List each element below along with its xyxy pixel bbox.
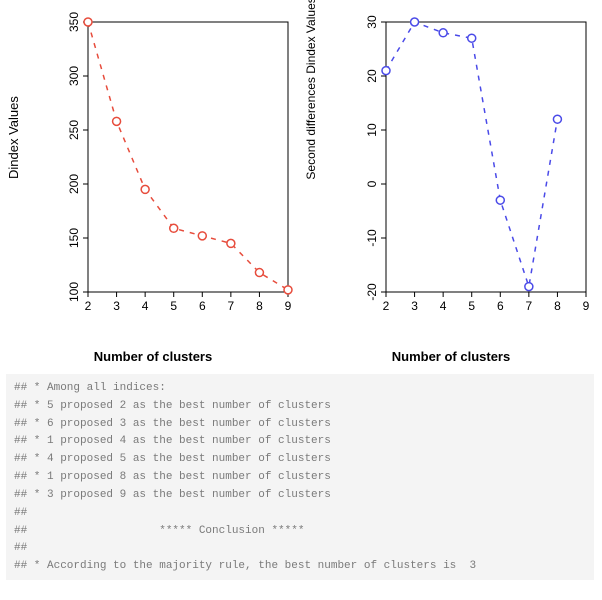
svg-text:9: 9	[583, 299, 590, 313]
svg-text:7: 7	[228, 299, 235, 313]
chart-left-xticks: 2 3 4 5 6 7 8 9	[85, 292, 292, 313]
chart-left-yticks: 100 150 200 250 300 350	[67, 12, 88, 302]
svg-text:2: 2	[383, 299, 390, 313]
svg-text:350: 350	[67, 12, 81, 32]
svg-text:250: 250	[67, 120, 81, 140]
chart-left-ylabel: Dindex Values	[6, 96, 21, 179]
chart-left-cell: Dindex Values 100 150 200 250 300 350 2 3 4 5 6 7 8…	[4, 8, 302, 368]
svg-text:100: 100	[67, 282, 81, 302]
svg-text:5: 5	[468, 299, 475, 313]
page-root: Dindex Values 100150200250300350 2345678…	[0, 0, 602, 600]
svg-text:30: 30	[365, 15, 379, 29]
svg-text:20: 20	[365, 69, 379, 83]
svg-text:4: 4	[142, 299, 149, 313]
chart-right-frame	[386, 22, 586, 292]
svg-text:4: 4	[440, 299, 447, 313]
svg-text:8: 8	[256, 299, 263, 313]
chart-right-cell: Second differences Dindex Values -20-100…	[302, 8, 600, 368]
svg-text:8: 8	[554, 299, 561, 313]
svg-text:10: 10	[365, 123, 379, 137]
chart-right-xlabel: Number of clusters	[302, 349, 600, 364]
svg-text:7: 7	[526, 299, 533, 313]
chart-right-data	[382, 18, 561, 291]
chart-left-data	[84, 18, 292, 294]
svg-text:150: 150	[67, 228, 81, 248]
svg-text:3: 3	[113, 299, 120, 313]
chart-left-plot: 100 150 200 250 300 350 2 3 4 5 6 7 8 9	[40, 12, 300, 332]
svg-text:9: 9	[285, 299, 292, 313]
chart-right-ylabel: Second differences Dindex Values	[304, 0, 318, 180]
chart-right-xticks: 2 3 4 5 6 7 8 9	[383, 292, 590, 313]
svg-text:0: 0	[365, 180, 379, 187]
svg-text:-10: -10	[365, 229, 379, 247]
chart-left-xlabel: Number of clusters	[4, 349, 302, 364]
svg-text:-20: -20	[365, 283, 379, 301]
svg-text:3: 3	[411, 299, 418, 313]
svg-text:2: 2	[85, 299, 92, 313]
svg-text:300: 300	[67, 66, 81, 86]
chart-right-yticks: -20 -10 0 10 20 30	[365, 15, 386, 301]
svg-text:6: 6	[199, 299, 206, 313]
console-output: ## * Among all indices: ## * 5 proposed …	[6, 374, 594, 580]
svg-text:6: 6	[497, 299, 504, 313]
svg-text:5: 5	[170, 299, 177, 313]
charts-row: Dindex Values 100150200250300350 2345678…	[0, 0, 602, 368]
svg-text:200: 200	[67, 174, 81, 194]
chart-right-plot: -20 -10 0 10 20 30 2 3 4 5 6 7 8 9	[338, 12, 598, 332]
chart-left-frame	[88, 22, 288, 292]
